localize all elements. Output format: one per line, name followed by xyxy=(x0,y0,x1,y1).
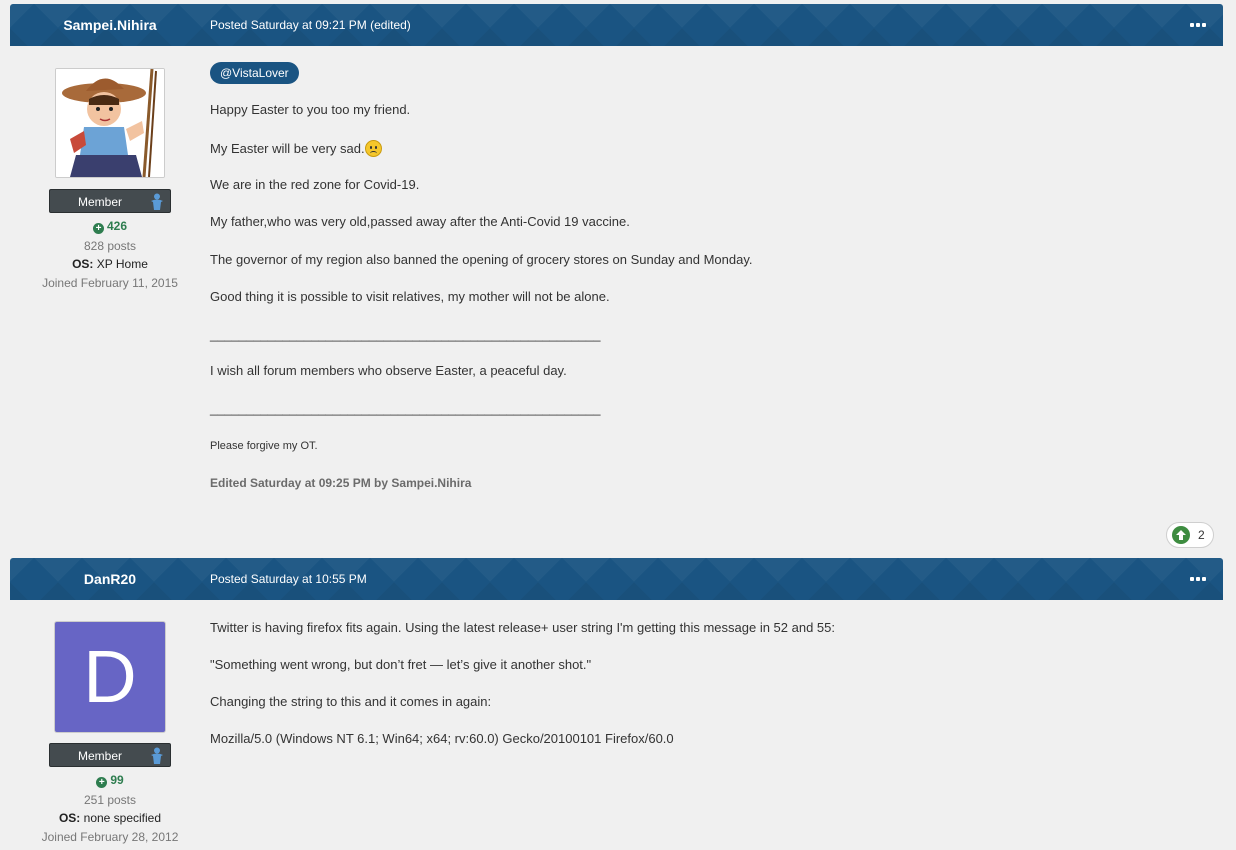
post-paragraph: Happy Easter to you too my friend. xyxy=(210,102,411,117)
more-options-icon[interactable] xyxy=(1189,16,1207,34)
reputation-score[interactable]: +426 xyxy=(10,219,210,234)
reaction-upvote-button[interactable]: 2 xyxy=(1166,522,1214,548)
author-panel: Member +426 828 posts OS: XP Home Joined… xyxy=(10,68,210,290)
text-divider: ________________________________________… xyxy=(210,401,601,416)
reputation-score[interactable]: +99 xyxy=(10,773,210,788)
member-group-badge: Member xyxy=(49,189,171,213)
group-label: Member xyxy=(77,749,122,763)
user-agent-string: Mozilla/5.0 (Windows NT 6.1; Win64; x64;… xyxy=(210,731,674,746)
more-options-icon[interactable] xyxy=(1189,570,1207,588)
post-paragraph: Good thing it is possible to visit relat… xyxy=(210,289,610,304)
avatar[interactable] xyxy=(55,68,165,178)
post-paragraph: We are in the red zone for Covid-19. xyxy=(210,177,420,192)
author-name-link[interactable]: DanR20 xyxy=(10,558,210,600)
post-paragraph-with-emoji: My Easter will be very sad. xyxy=(210,140,382,157)
reputation-value: 426 xyxy=(106,219,128,233)
os-value: none specified xyxy=(83,811,162,825)
os-field: OS: none specified xyxy=(10,811,210,825)
post-2: DanR20 Posted Saturday at 10:55 PM xyxy=(10,558,1223,600)
edited-note: Edited Saturday at 09:25 PM by Sampei.Ni… xyxy=(210,476,472,490)
plus-circle-icon: + xyxy=(96,777,108,788)
post-timestamp[interactable]: Posted Saturday at 09:21 PM (edited) xyxy=(210,4,411,46)
reputation-value: 99 xyxy=(110,773,124,787)
joined-date: Joined February 28, 2012 xyxy=(41,830,179,844)
post-paragraph-text: My Easter will be very sad. xyxy=(210,141,365,156)
sad-face-icon xyxy=(364,140,382,157)
post-count: 828 posts xyxy=(83,239,137,253)
upvote-arrow-icon xyxy=(1172,526,1190,544)
group-label: Member xyxy=(77,195,122,209)
avatar[interactable]: D xyxy=(55,622,165,732)
post-paragraph: Twitter is having firefox fits again. Us… xyxy=(210,620,835,635)
avatar-illustration-icon xyxy=(56,69,164,177)
post-paragraph: My father,who was very old,passed away a… xyxy=(210,214,630,229)
post-paragraph: I wish all forum members who observe Eas… xyxy=(210,363,567,378)
member-group-badge: Member xyxy=(49,743,171,767)
post-content: @VistaLover Happy Easter to you too my f… xyxy=(210,62,1210,502)
mention-link[interactable]: @VistaLover xyxy=(210,62,299,84)
member-person-icon xyxy=(151,747,163,764)
text-divider: ________________________________________… xyxy=(210,327,601,342)
post-quote-text: "Something went wrong, but don’t fret — … xyxy=(210,657,592,672)
post-paragraph: Changing the string to this and it comes… xyxy=(210,694,492,709)
plus-circle-icon: + xyxy=(92,223,104,234)
post-timestamp[interactable]: Posted Saturday at 10:55 PM xyxy=(210,558,367,600)
post-paragraph: The governor of my region also banned th… xyxy=(210,252,753,267)
post-header: Sampei.Nihira Posted Saturday at 09:21 P… xyxy=(10,4,1223,46)
os-label: OS: xyxy=(58,811,81,825)
post-header: DanR20 Posted Saturday at 10:55 PM xyxy=(10,558,1223,600)
joined-date: Joined February 11, 2015 xyxy=(42,276,178,290)
os-field: OS: XP Home xyxy=(10,257,210,271)
post-paragraph-small: Please forgive my OT. xyxy=(210,440,318,452)
member-person-icon xyxy=(151,193,163,210)
post-1: Sampei.Nihira Posted Saturday at 09:21 P… xyxy=(10,4,1223,46)
author-panel: D Member +99 251 posts OS: none specifie… xyxy=(10,622,210,844)
post-content: Twitter is having firefox fits again. Us… xyxy=(210,620,1210,760)
os-label: OS: xyxy=(72,257,94,271)
os-value: XP Home xyxy=(96,257,148,271)
post-count: 251 posts xyxy=(83,793,137,807)
reaction-count: 2 xyxy=(1198,528,1205,542)
author-name-link[interactable]: Sampei.Nihira xyxy=(10,4,210,46)
